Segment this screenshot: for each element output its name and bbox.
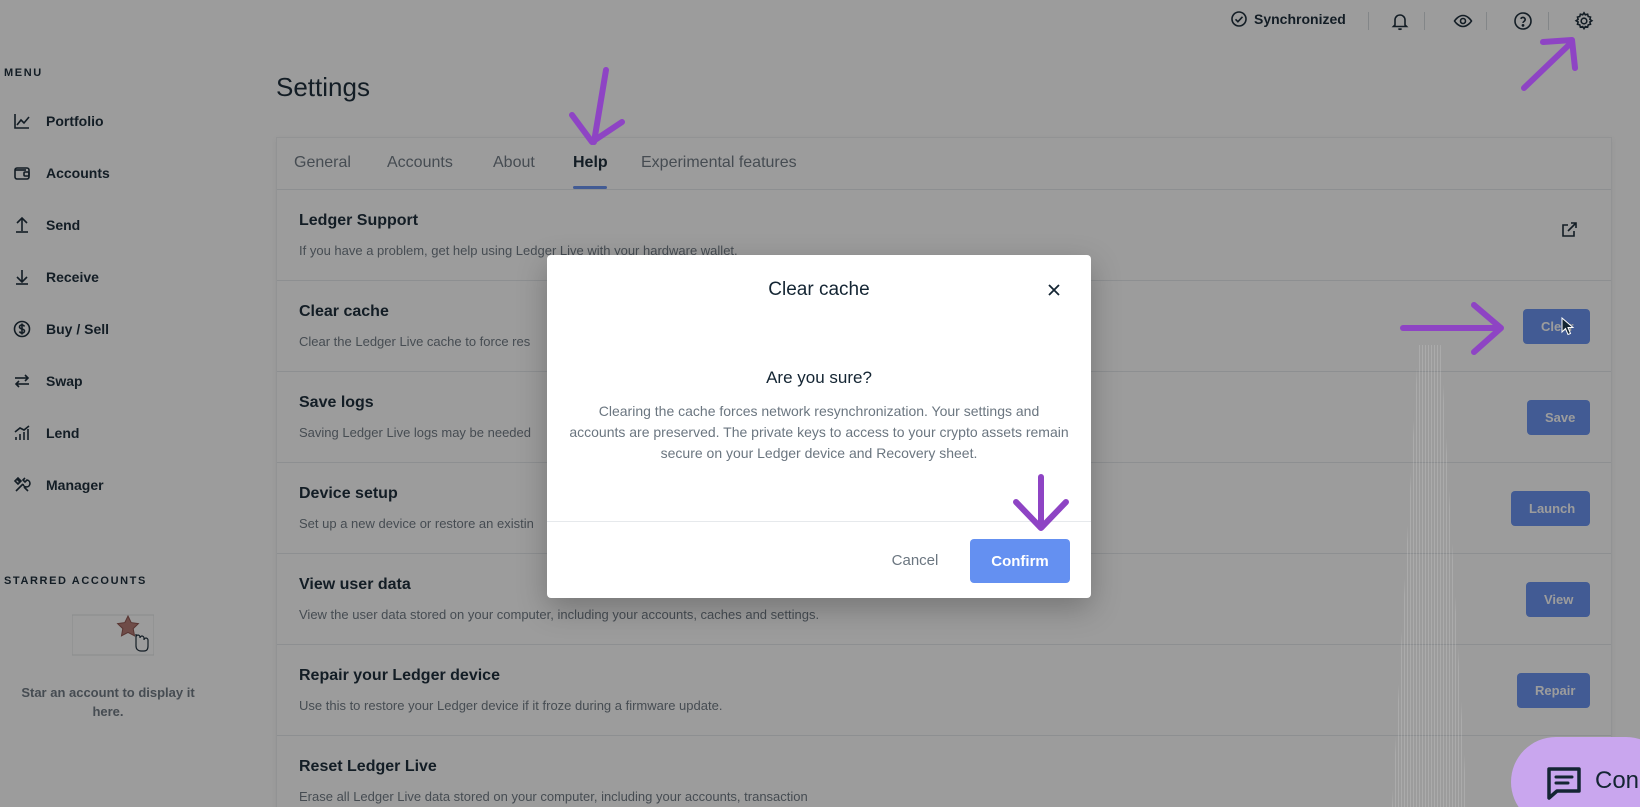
mouse-cursor-icon [1561,317,1575,336]
annotation-arrows [569,37,1578,531]
chat-widget[interactable]: Con [1511,737,1640,807]
chat-label: Con [1595,767,1640,794]
annotation-arrow-gear [1521,39,1575,91]
chat-bubble-icon [1547,767,1581,800]
